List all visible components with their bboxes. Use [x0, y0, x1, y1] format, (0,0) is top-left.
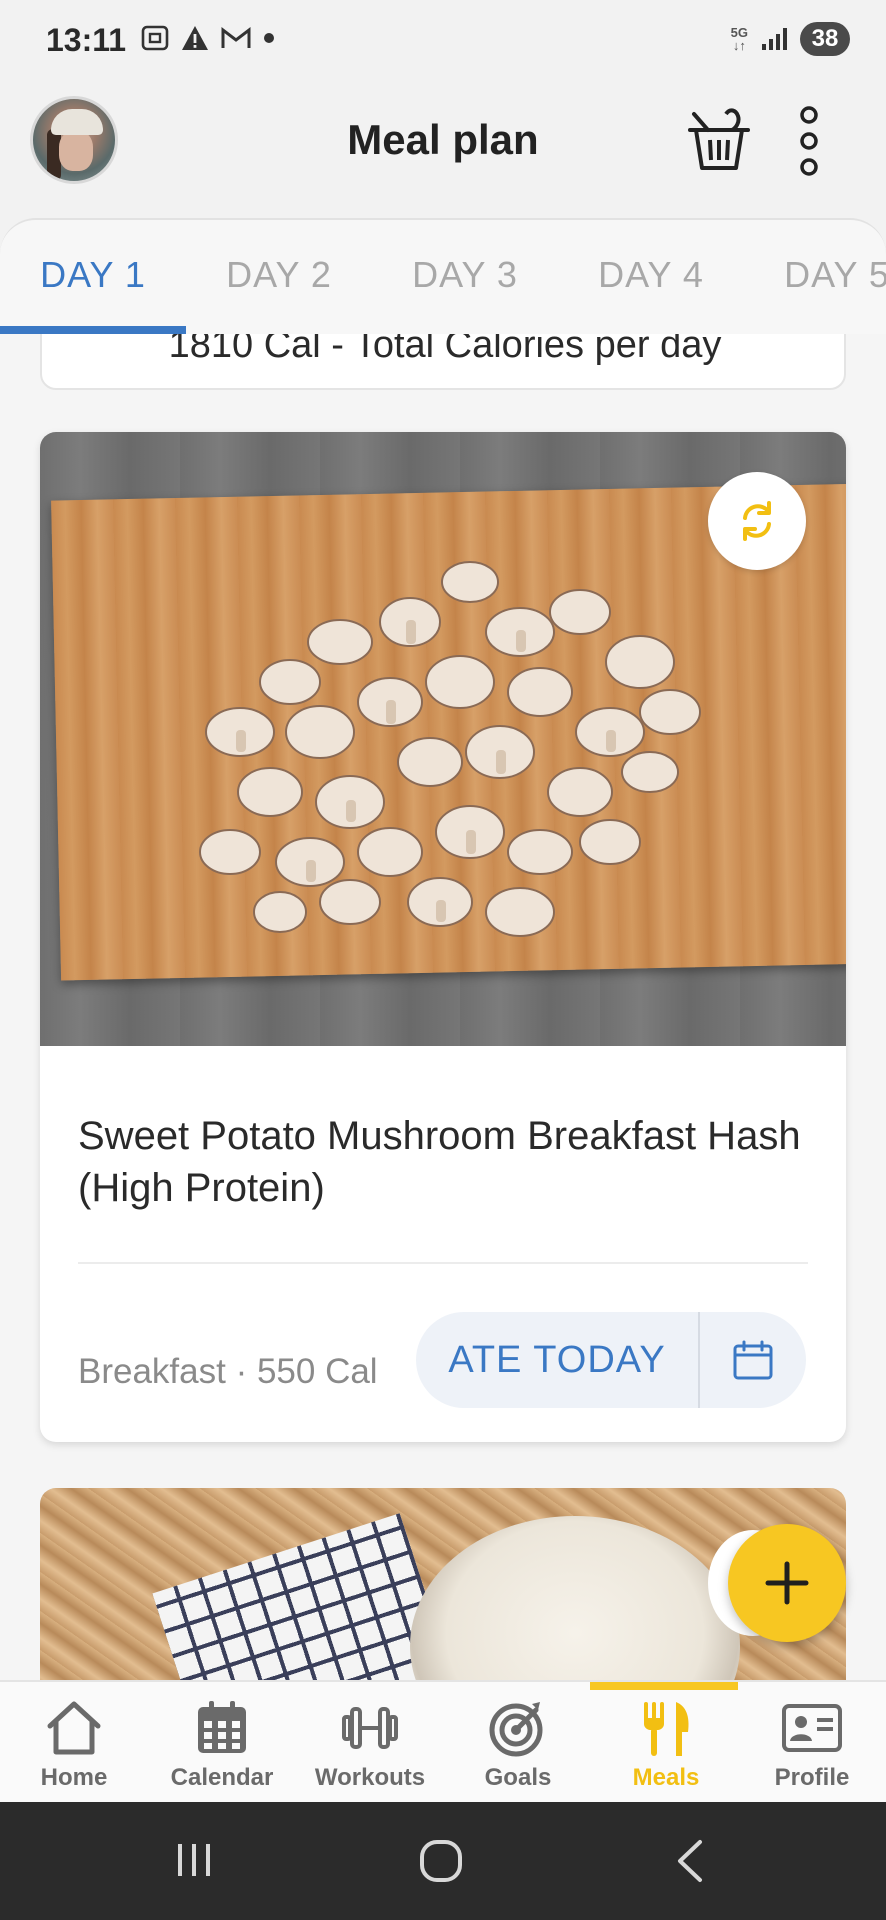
nav-workouts[interactable]: Workouts: [296, 1682, 444, 1804]
daily-calories-text: 1810 Cal - Total Calories per day: [168, 334, 722, 366]
ate-today-button[interactable]: ATE TODAY: [416, 1312, 698, 1408]
recent-apps-icon: [178, 1844, 210, 1876]
app-header: Meal plan: [0, 82, 886, 222]
more-vert-icon: [800, 106, 818, 176]
milk-glass: [410, 1516, 740, 1680]
active-tab-indicator: [0, 326, 186, 334]
tab-day-3[interactable]: DAY 3: [372, 254, 558, 296]
meal-image[interactable]: [40, 432, 846, 1046]
recent-apps-button[interactable]: [172, 1838, 216, 1887]
profile-card-icon: [782, 1704, 842, 1752]
more-options-button[interactable]: [796, 106, 822, 176]
add-meal-button[interactable]: [728, 1524, 846, 1642]
home-icon: [47, 1701, 101, 1755]
fork-knife-icon: [644, 1702, 689, 1756]
system-nav-bar: [0, 1802, 886, 1920]
back-icon: [678, 1840, 702, 1882]
dumbbell-icon: [342, 1707, 398, 1749]
daily-calories-card: 1810 Cal - Total Calories per day: [40, 334, 846, 390]
dot-icon: [264, 33, 274, 43]
back-system-button[interactable]: [670, 1838, 710, 1889]
tab-day-2[interactable]: DAY 2: [186, 254, 372, 296]
meal-list[interactable]: 1810 Cal - Total Calories per day Sweet …: [0, 334, 886, 1680]
nav-label-calendar: Calendar: [170, 1764, 274, 1791]
tab-day-4[interactable]: DAY 4: [558, 254, 744, 296]
nav-profile[interactable]: Profile: [738, 1682, 886, 1804]
nav-goals[interactable]: Goals: [444, 1682, 592, 1804]
target-icon: [489, 1702, 543, 1757]
warning-icon: [182, 26, 208, 50]
tab-day-5[interactable]: DAY 5: [744, 254, 886, 296]
schedule-meal-button[interactable]: [700, 1312, 806, 1408]
ate-today-group: ATE TODAY: [416, 1312, 806, 1408]
nav-label-meals: Meals: [632, 1764, 700, 1791]
battery-indicator: 38: [800, 22, 850, 56]
home-system-button[interactable]: [418, 1838, 464, 1889]
notification-icons: [140, 24, 276, 52]
nav-home[interactable]: Home: [0, 1682, 148, 1804]
shopping-basket-button[interactable]: [686, 104, 752, 174]
nav-label-home: Home: [40, 1764, 108, 1791]
bottom-nav: Home Calendar Workouts Goals Meals Profi…: [0, 1680, 886, 1802]
plus-icon: [765, 1561, 809, 1605]
home-circle-icon: [420, 1840, 462, 1882]
meal-title[interactable]: Sweet Potato Mushroom Breakfast Hash (Hi…: [78, 1110, 808, 1214]
swap-icon: [743, 501, 771, 541]
divider: [78, 1262, 808, 1264]
nav-label-goals: Goals: [484, 1764, 552, 1791]
status-time: 13:11: [46, 22, 127, 58]
nav-calendar[interactable]: Calendar: [148, 1682, 296, 1804]
screenshot-icon: [141, 25, 169, 51]
calendar-icon: [733, 1340, 773, 1380]
calendar-icon: [198, 1701, 246, 1753]
system-status-icons: 5G ↓↑ 38: [731, 22, 850, 56]
day-tabs: DAY 1 DAY 2 DAY 3 DAY 4 DAY 5: [0, 218, 886, 334]
page-title: Meal plan: [347, 116, 539, 163]
network-type: 5G ↓↑: [730, 25, 748, 53]
signal-icon: [762, 28, 787, 50]
nav-label-workouts: Workouts: [314, 1764, 426, 1791]
tab-day-1[interactable]: DAY 1: [0, 254, 186, 296]
meal-type-calories: Breakfast · 550 Cal: [78, 1352, 378, 1391]
shopping-basket-icon: [688, 108, 750, 170]
gmail-icon: [221, 26, 251, 48]
swap-meal-button[interactable]: [708, 472, 806, 570]
nav-label-profile: Profile: [774, 1764, 850, 1791]
meal-card[interactable]: Sweet Potato Mushroom Breakfast Hash (Hi…: [40, 432, 846, 1442]
status-bar: 13:11 5G ↓↑ 38: [0, 0, 886, 82]
nav-meals[interactable]: Meals: [592, 1682, 740, 1804]
